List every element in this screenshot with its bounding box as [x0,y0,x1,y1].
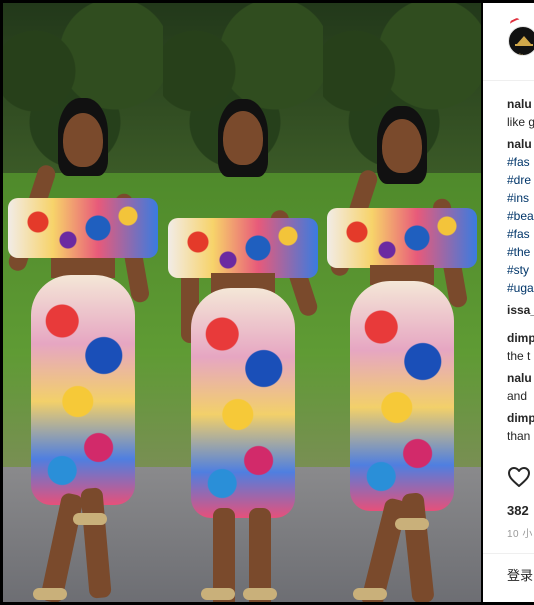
post-header: Nalu [483,3,534,81]
hashtag-link[interactable]: #dre [507,171,534,189]
login-link[interactable]: 登录 [507,567,533,585]
hashtag-link[interactable]: #fas [507,153,534,171]
hashtag-link[interactable]: #uga [507,279,534,297]
heart-icon[interactable] [507,466,531,488]
comment-username[interactable]: dimp [507,409,534,427]
model-figure [323,3,481,602]
post-actions [507,466,531,488]
post-sidebar: Nalu nalu like g nalu #fas #dre #ins #be… [483,3,534,602]
crown-logo-icon [515,36,533,46]
hashtag-link[interactable]: #fas [507,225,534,243]
comment-username[interactable]: dimp [507,329,534,347]
hashtag-link[interactable]: #bea [507,207,534,225]
photo-panel-middle [163,3,323,602]
comment-text: the t [507,349,531,363]
hashtag-link[interactable]: #ins [507,189,534,207]
divider [483,553,534,554]
comment-text: and [507,389,528,403]
caption-text: like g [507,115,534,129]
comment-username[interactable]: issa_ [507,301,534,319]
avatar-brand-text: Nalu [513,53,524,56]
photo-panel-right [323,3,481,602]
model-figure [163,3,323,602]
like-count[interactable]: 382 [507,502,529,520]
avatar[interactable]: Nalu [508,26,534,56]
caption-username-2[interactable]: nalu [507,135,534,153]
caption-username[interactable]: nalu [507,95,534,113]
post-photo[interactable] [3,3,481,602]
model-figure [3,3,163,602]
hashtag-link[interactable]: #the [507,243,534,261]
comment-username[interactable]: nalu [507,369,534,387]
comment-text: than [507,429,531,443]
comments-list: nalu like g nalu #fas #dre #ins #bea #fa… [483,81,534,445]
post-timestamp: 10 小 [507,529,533,540]
hashtag-link[interactable]: #sty [507,261,534,279]
photo-panel-left [3,3,163,602]
